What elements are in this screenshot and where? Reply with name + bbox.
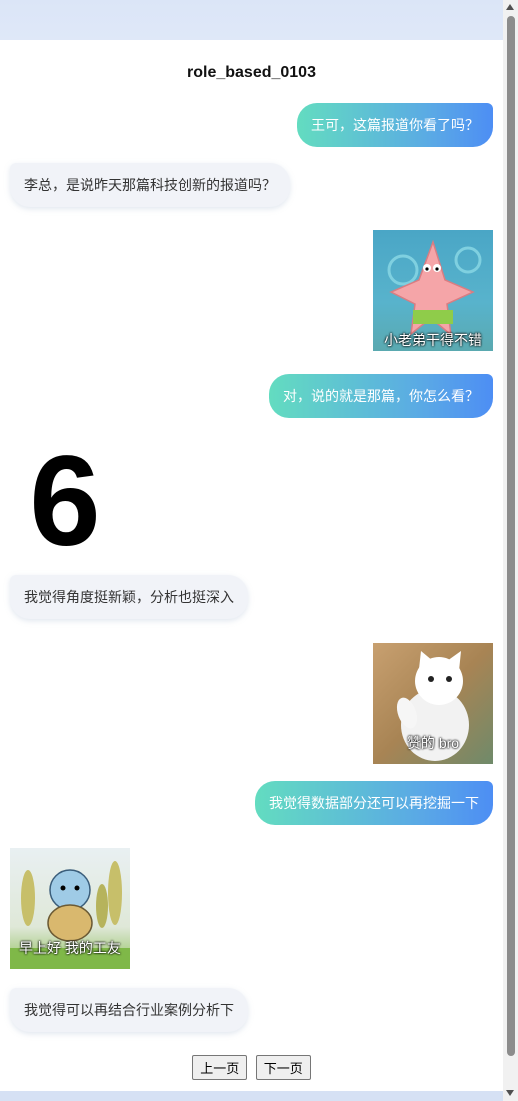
sticker-turtle: 早上好 我的工友 — [10, 848, 130, 969]
chat-title: role_based_0103 — [187, 64, 316, 81]
prev-page-button[interactable]: 上一页 — [192, 1055, 248, 1080]
bottom-band — [0, 1091, 503, 1101]
chat-page: role_based_0103 王可，这篇报道你看了吗？ 李总，是说昨天那篇科技… — [0, 40, 503, 1091]
scroll-up-arrow-icon[interactable] — [506, 4, 514, 10]
pagination: 上一页 下一页 — [0, 1055, 503, 1080]
incoming-message: 李总，是说昨天那篇科技创新的报道吗？ — [10, 163, 290, 207]
sticker-six: 6 — [10, 441, 130, 562]
sticker-six-text: 6 — [29, 441, 101, 562]
scrollbar-thumb[interactable] — [507, 16, 515, 1056]
incoming-message: 我觉得角度挺新颖，分析也挺深入 — [10, 575, 248, 619]
incoming-message: 我觉得可以再结合行业案例分析下 — [10, 988, 248, 1032]
outgoing-message: 我觉得数据部分还可以再挖掘一下 — [255, 781, 493, 825]
vertical-scrollbar[interactable] — [503, 0, 518, 1101]
sticker-cat: 赞的 bro — [373, 643, 493, 764]
scroll-down-arrow-icon[interactable] — [506, 1090, 514, 1096]
sticker-caption: 早上好 我的工友 — [19, 940, 121, 956]
outgoing-message: 对，说的就是那篇，你怎么看？ — [269, 374, 493, 418]
sticker-caption: 赞的 bro — [406, 735, 460, 751]
outgoing-message: 王可，这篇报道你看了吗？ — [297, 103, 493, 147]
top-band — [0, 0, 503, 40]
sticker-patrick: 小老弟干得不错 — [373, 230, 493, 351]
next-page-button[interactable]: 下一页 — [255, 1055, 311, 1080]
sticker-caption: 小老弟干得不错 — [384, 332, 482, 348]
